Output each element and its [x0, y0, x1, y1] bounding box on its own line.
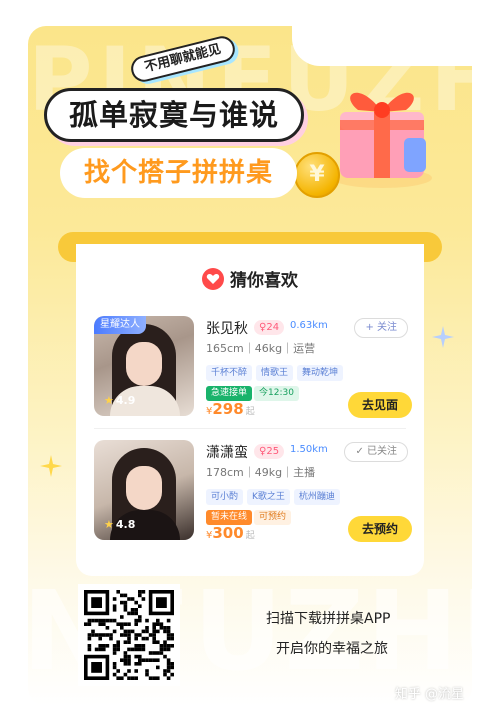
- avatar[interactable]: ★ 4.8: [94, 440, 194, 540]
- price: ¥298 起: [206, 400, 255, 418]
- price-value: 298: [212, 400, 244, 418]
- followed-button[interactable]: ✓ 已关注: [344, 442, 408, 462]
- status-primary: 暂未在线: [206, 510, 253, 525]
- rating: ★ 4.9: [100, 392, 139, 410]
- price-value: 300: [212, 524, 244, 542]
- list-item[interactable]: ★ 4.8 潇潇蛮 ♀25 1.50km 178cm｜49kg｜主播 可小酌 K歌之…: [94, 440, 412, 542]
- distance: 0.63km: [290, 320, 328, 331]
- meet-button[interactable]: 去见面: [348, 392, 412, 418]
- star-icon: ★: [104, 394, 114, 407]
- coin-icon: ¥: [294, 152, 340, 198]
- tag: 情歌王: [256, 365, 294, 381]
- card-title-text: 猜你喜欢: [230, 271, 298, 291]
- price-unit: 起: [245, 407, 255, 417]
- rating: ★ 4.8: [100, 516, 139, 534]
- user-name: 潇潇蛮: [206, 445, 248, 461]
- user-name: 张见秋: [206, 321, 248, 337]
- user-stats: 165cm｜46kg｜运营: [206, 342, 316, 355]
- headline-primary: 孤单寂寞与谁说: [44, 88, 305, 142]
- cta-tagline: 开启你的幸福之旅: [276, 641, 388, 657]
- tag: 可小酌: [206, 489, 244, 505]
- rating-value: 4.9: [115, 394, 136, 407]
- avatar[interactable]: 星耀达人 ★ 4.9: [94, 316, 194, 416]
- age-chip: ♀25: [254, 444, 285, 459]
- cta-download: 扫描下载拼拼桌APP: [266, 611, 391, 627]
- divider: [94, 428, 406, 429]
- card-title: 猜你喜欢: [76, 266, 424, 292]
- watermark-credit: 知乎 @流星: [394, 687, 464, 702]
- qr-code-icon: [84, 590, 174, 680]
- availability: 急速接单 今12:30: [206, 380, 299, 401]
- sparkle-icon: [432, 326, 454, 348]
- status-secondary: 今12:30: [254, 386, 299, 401]
- user-stats: 178cm｜49kg｜主播: [206, 466, 316, 479]
- tag-list: 千杯不醉 情歌王 舞动乾坤: [206, 360, 347, 381]
- price: ¥300 起: [206, 524, 255, 542]
- list-item[interactable]: 星耀达人 ★ 4.9 张见秋 ♀24 0.63km 165cm｜46kg｜运营 千…: [94, 316, 412, 418]
- star-icon: ★: [104, 518, 114, 531]
- qr-code[interactable]: [78, 584, 180, 686]
- tag: 千杯不醉: [206, 365, 253, 381]
- heart-icon: [202, 268, 224, 290]
- status-primary: 急速接单: [206, 386, 253, 401]
- rating-value: 4.8: [115, 518, 136, 531]
- age-value: 25: [266, 446, 280, 457]
- sparkle-icon: [40, 455, 62, 477]
- tag: 舞动乾坤: [297, 365, 344, 381]
- tag: K歌之王: [247, 489, 290, 505]
- follow-button[interactable]: + 关注: [354, 318, 408, 338]
- status-secondary: 可预约: [254, 510, 292, 525]
- status-badge: 星耀达人: [94, 316, 146, 334]
- distance: 1.50km: [290, 444, 328, 455]
- tag-list: 可小酌 K歌之王 杭州蹦迪: [206, 484, 344, 505]
- age-chip: ♀24: [254, 320, 285, 335]
- age-value: 24: [266, 322, 280, 333]
- availability: 暂未在线 可预约: [206, 504, 292, 525]
- recommendation-card: 猜你喜欢 星耀达人 ★ 4.9 张见秋 ♀24 0.63km 165cm｜46kg…: [76, 244, 424, 576]
- tag: 杭州蹦迪: [293, 489, 340, 505]
- headline-secondary: 找个搭子拼拼桌: [60, 148, 298, 198]
- price-unit: 起: [245, 531, 255, 541]
- book-button[interactable]: 去预约: [348, 516, 412, 542]
